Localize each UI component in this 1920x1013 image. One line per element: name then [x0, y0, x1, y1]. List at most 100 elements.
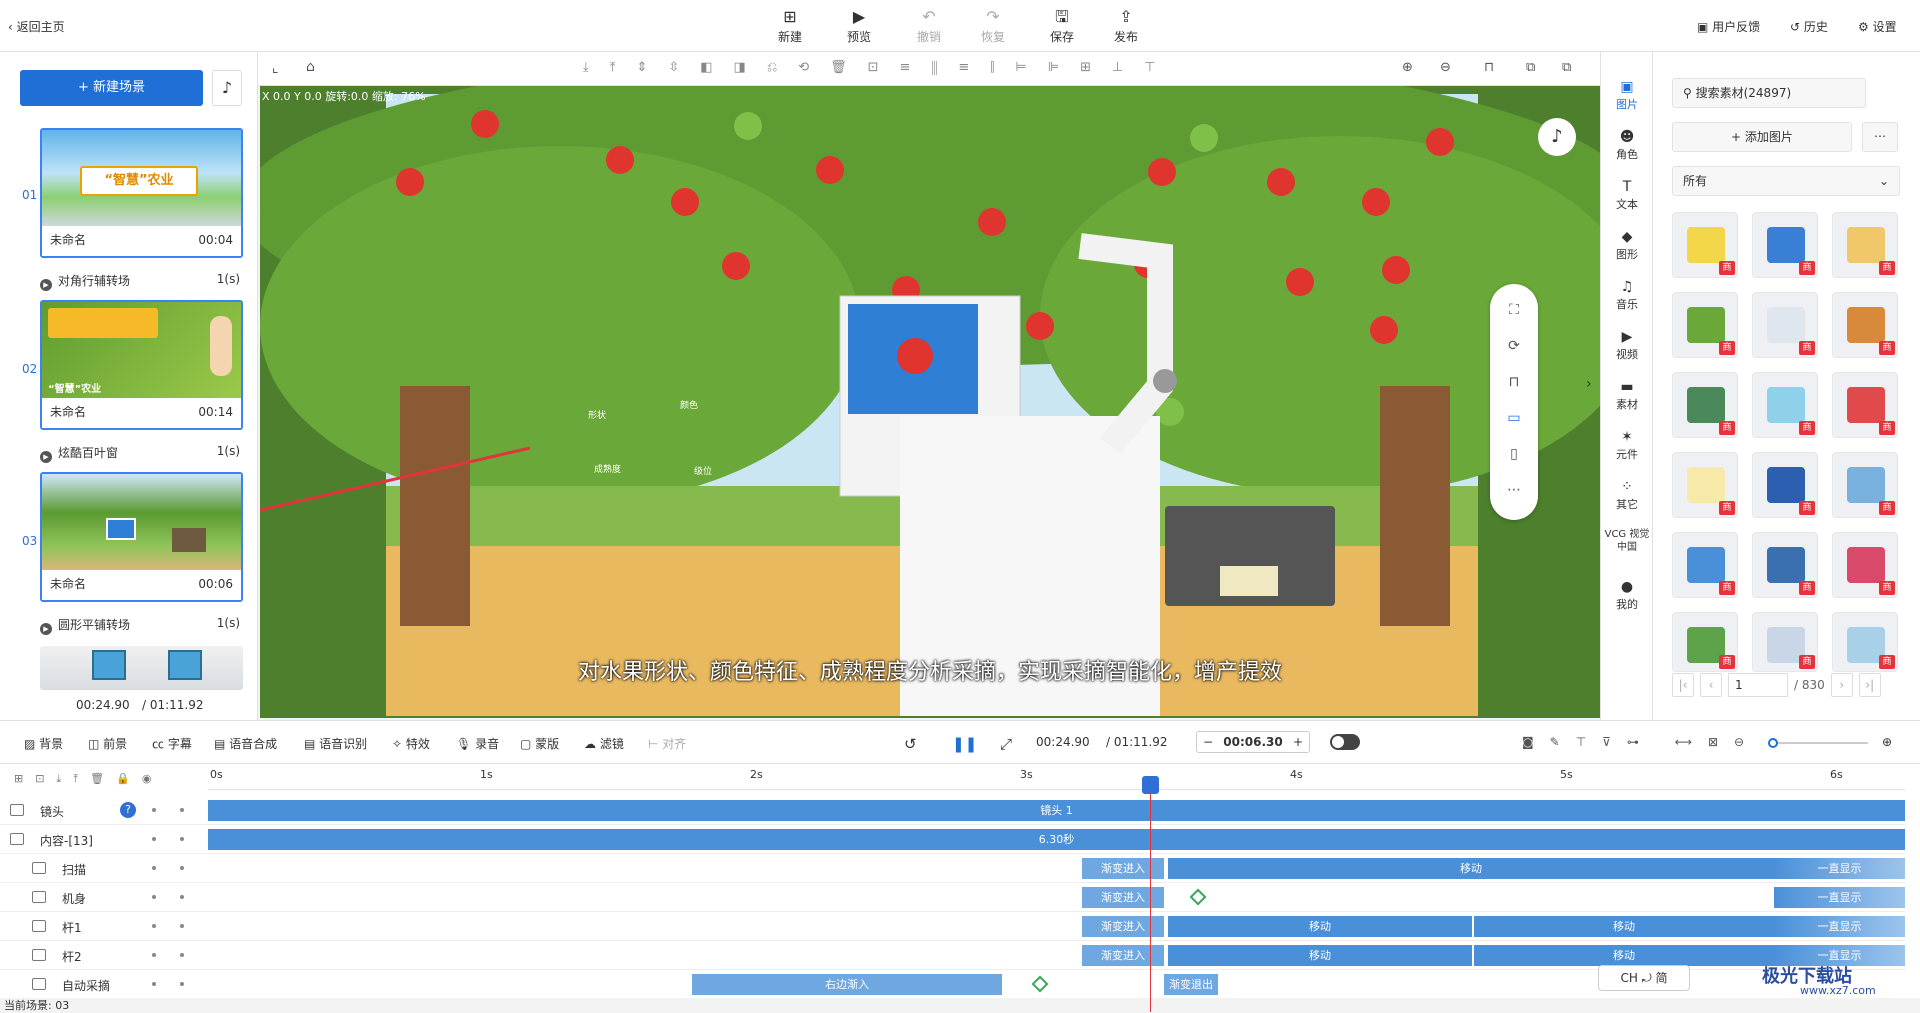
zoom-out-icon[interactable]: ⊖ [1440, 60, 1451, 75]
transition-2[interactable]: ▶ 炫酷百叶窗 1(s) [40, 444, 240, 463]
expand-icon[interactable]: ⤢ [1000, 735, 1012, 753]
preview-button[interactable]: ▶ 预览 [836, 6, 882, 45]
publish-button[interactable]: ⇪ 发布 [1103, 6, 1149, 45]
chevron-right-icon[interactable]: › [1586, 376, 1592, 392]
timeline-track[interactable]: 内容-[13] 6.30秒 [0, 825, 1905, 854]
lock-icon[interactable]: ⊓ [1484, 60, 1494, 75]
animation-clip[interactable]: 移动 [1474, 945, 1774, 966]
track-toggle-dot[interactable] [180, 808, 184, 812]
animation-clip[interactable]: 渐变退出 [1164, 974, 1218, 995]
tool-background[interactable]: ▨ 背景 [24, 735, 63, 752]
copy-icon[interactable]: ⧉ [1526, 60, 1535, 75]
material-item[interactable]: 商 [1832, 532, 1898, 598]
material-item[interactable]: 商 [1752, 372, 1818, 438]
animation-clip[interactable]: 移动 [1474, 916, 1774, 937]
material-filter-select[interactable]: 所有 ⌄ [1672, 166, 1900, 196]
replay-icon[interactable]: ↺ [904, 735, 917, 753]
tool-filter[interactable]: ☁ 滤镜 [584, 735, 624, 752]
back-home-link[interactable]: ‹ 返回主页 [8, 18, 65, 35]
scene-card-2[interactable]: “智慧”农业 未命名 00:14 [40, 300, 243, 430]
page-input[interactable]: 1 [1728, 673, 1788, 697]
material-item[interactable]: 商 [1832, 612, 1898, 672]
category-music[interactable]: ♫ 音乐 [1601, 278, 1653, 312]
history-link[interactable]: ↺ 历史 [1790, 18, 1828, 35]
track-toggle-dot[interactable] [180, 924, 184, 928]
tool-record[interactable]: 🎙 录音 [456, 735, 499, 752]
keyframe-icon[interactable] [1031, 975, 1049, 993]
material-item[interactable]: 商 [1672, 532, 1738, 598]
scene-card-4-partial[interactable] [40, 646, 243, 690]
animation-clip[interactable]: 渐变进入 [1082, 858, 1164, 879]
track-toggle-dot[interactable] [152, 924, 156, 928]
material-item[interactable]: 商 [1832, 212, 1898, 278]
tool-foreground[interactable]: ◫ 前景 [88, 735, 127, 752]
save-button[interactable]: 🖫 保存 [1039, 6, 1085, 45]
tool-effects[interactable]: ✧ 特效 [392, 735, 430, 752]
track-toggle-dot[interactable] [180, 837, 184, 841]
category-component[interactable]: ✶ 元件 [1601, 428, 1653, 462]
material-item[interactable]: 商 [1672, 452, 1738, 518]
pause-icon[interactable]: ❚❚ [952, 735, 977, 753]
track-toggle-dot[interactable] [180, 953, 184, 957]
last-page-button[interactable]: ›| [1858, 673, 1881, 697]
minus-icon[interactable]: − [1203, 735, 1213, 749]
animation-clip[interactable]: 移动 [1168, 945, 1472, 966]
category-vcg[interactable]: VCG 视觉中国 [1601, 528, 1653, 554]
tool-align[interactable]: ⊢ 对齐 [648, 735, 686, 752]
duration-stepper[interactable]: −00:06.30 + [1196, 731, 1310, 753]
animation-clip[interactable]: 一直显示 [1774, 887, 1905, 908]
animation-clip[interactable]: 移动 [1168, 916, 1472, 937]
fit-screen-icon[interactable]: ⛶ [1490, 292, 1538, 328]
zoom-in-icon[interactable]: ⊕ [1402, 60, 1413, 75]
scene-music-button[interactable]: ♪ [212, 70, 242, 106]
paste-icon[interactable]: ⧉ [1562, 60, 1571, 75]
material-item[interactable]: 商 [1752, 532, 1818, 598]
search-input[interactable]: ⚲ 搜索素材(24897) [1672, 78, 1866, 108]
timeline-track[interactable]: 杆1 渐变进入 移动 移动 一直显示 [0, 912, 1905, 941]
tool-asr[interactable]: ▤ 语音识别 [304, 735, 367, 752]
zoom-slider[interactable] [1768, 738, 1868, 748]
layer-tools[interactable]: ⊞⊡⤓⤒🗑🔒◉ [14, 772, 163, 786]
track-toggle-dot[interactable] [152, 808, 156, 812]
material-item[interactable]: 商 [1752, 452, 1818, 518]
material-item[interactable]: 商 [1752, 212, 1818, 278]
track-toggle-dot[interactable] [152, 982, 156, 986]
zoom-slider-handle[interactable] [1768, 738, 1778, 748]
next-page-button[interactable]: › [1830, 673, 1853, 697]
category-material[interactable]: ▬ 素材 [1601, 378, 1653, 412]
animation-clip[interactable]: 渐变进入 [1082, 916, 1164, 937]
home-icon[interactable]: ⌂ [306, 59, 315, 75]
tool-mask[interactable]: ▢ 蒙版 [520, 735, 559, 752]
material-item[interactable]: 商 [1752, 292, 1818, 358]
settings-link[interactable]: ⚙ 设置 [1858, 18, 1897, 35]
track-toggle-dot[interactable] [152, 837, 156, 841]
align-tools[interactable]: ⤓⤒⇕⇳◧◨⎌⟲🗑⊡≡⫼≡⫿⊨⊫⊞⊥⊤ [583, 60, 1177, 75]
timeline-track[interactable]: 机身 渐变进入 一直显示 [0, 883, 1905, 912]
time-ruler[interactable]: 0s 1s 2s 3s 4s 5s 6s [208, 764, 1905, 790]
animation-clip[interactable]: 6.30秒 [208, 829, 1905, 850]
material-item[interactable]: 商 [1832, 452, 1898, 518]
material-item[interactable]: 商 [1672, 612, 1738, 672]
mobile-icon[interactable]: ▯ [1490, 436, 1538, 472]
animation-clip[interactable]: 一直显示 [1774, 916, 1905, 937]
help-icon[interactable]: ? [120, 802, 136, 818]
category-character[interactable]: ☻ 角色 [1601, 128, 1653, 162]
prev-page-button[interactable]: ‹ [1700, 673, 1722, 697]
scene-card-3[interactable]: 未命名 00:06 [40, 472, 243, 602]
tool-tts[interactable]: ▤ 语音合成 [214, 735, 277, 752]
keyframe-icon[interactable] [1189, 888, 1207, 906]
category-other[interactable]: ⁘ 其它 [1601, 478, 1653, 512]
new-button[interactable]: ⊞ 新建 [767, 6, 813, 45]
crop-icon[interactable]: ⌞ [272, 60, 279, 76]
animation-clip[interactable]: 渐变进入 [1082, 945, 1164, 966]
material-item[interactable]: 商 [1672, 372, 1738, 438]
animation-clip[interactable]: 一直显示 [1774, 858, 1905, 879]
bgm-button[interactable]: ♪ [1538, 118, 1576, 156]
material-item[interactable]: 商 [1752, 612, 1818, 672]
timeline-track[interactable]: 镜头? 镜头 1 [0, 796, 1905, 825]
unlock-icon[interactable]: ⊓ [1490, 364, 1538, 400]
more-button[interactable]: ⋯ [1862, 122, 1898, 152]
toggle-switch[interactable] [1330, 734, 1360, 750]
category-text[interactable]: T 文本 [1601, 178, 1653, 212]
category-image[interactable]: ▣ 图片 [1601, 78, 1653, 112]
